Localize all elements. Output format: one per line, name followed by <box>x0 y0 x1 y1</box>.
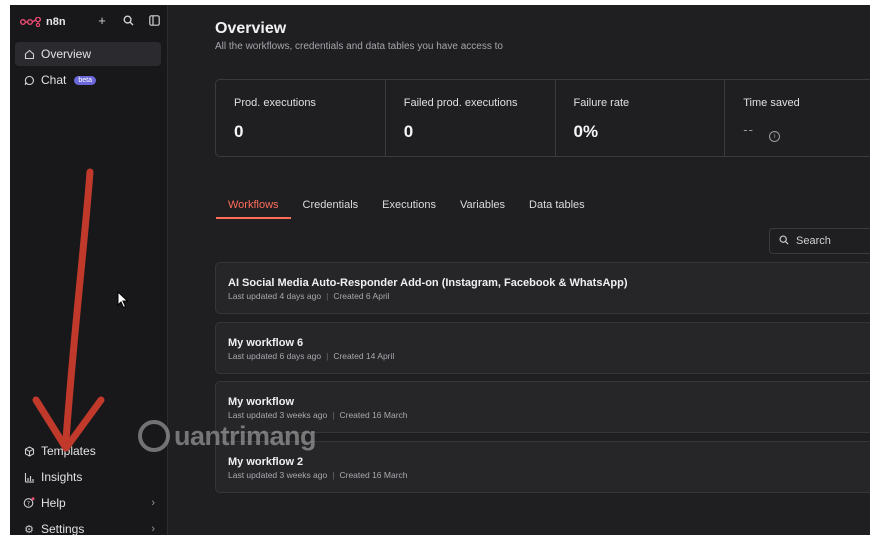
workflow-card[interactable]: My workflow 6 Last updated 6 days ago | Cr… <box>215 322 870 374</box>
search-icon <box>779 234 789 248</box>
workflow-card[interactable]: AI Social Media Auto-Responder Add-on (I… <box>215 262 870 314</box>
mouse-cursor-icon <box>117 291 129 309</box>
watermark-logo-icon <box>138 420 170 452</box>
tab-workflows[interactable]: Workflows <box>216 197 290 219</box>
stat-label: Prod. executions <box>234 97 316 109</box>
sidebar-item-label: Chat <box>41 73 67 87</box>
workflow-meta: Last updated 4 days ago | Created 6 April <box>228 291 390 301</box>
stat-value: 0 <box>403 122 414 141</box>
sidebar-item-label: Settings <box>41 522 85 535</box>
search-placeholder: Search <box>796 235 831 247</box>
collapse-sidebar-icon[interactable] <box>146 12 162 28</box>
brand-logo[interactable]: n8n <box>20 13 66 31</box>
workflow-title: My workflow <box>228 396 295 408</box>
stat-label: Failed prod. executions <box>403 97 518 109</box>
workflow-meta: Last updated 3 weeks ago | Created 16 Marc… <box>228 470 408 480</box>
chevron-right-icon: › <box>151 523 155 535</box>
tab-data-tables[interactable]: Data tables <box>529 197 585 219</box>
n8n-logo-icon <box>20 17 41 27</box>
info-icon[interactable]: i <box>769 131 781 142</box>
beta-badge: beta <box>74 75 96 85</box>
page-title: Overview <box>215 20 287 37</box>
sidebar-item-settings[interactable]: ⚙ Settings › <box>15 517 161 535</box>
sidebar-item-insights[interactable]: Insights <box>15 465 161 489</box>
workflow-title: AI Social Media Auto-Responder Add-on (I… <box>228 277 628 289</box>
search-icon[interactable] <box>120 12 136 28</box>
svg-text:?: ? <box>27 500 30 507</box>
stat-value: -- <box>743 122 754 137</box>
watermark-text: uantrimang <box>174 420 317 451</box>
sidebar-item-label: Templates <box>41 444 96 458</box>
workflow-meta: Last updated 6 days ago | Created 14 April <box>228 351 395 361</box>
home-icon <box>23 48 35 60</box>
chevron-right-icon: › <box>151 497 155 509</box>
workflow-meta: Last updated 3 weeks ago | Created 16 Marc… <box>228 410 408 420</box>
sidebar-item-label: Help <box>41 496 66 510</box>
stat-value: 0% <box>573 122 599 141</box>
stat-failed-prod-executions[interactable]: Failed prod. executions 0 <box>386 80 556 156</box>
chat-icon <box>23 74 35 86</box>
sidebar-item-label: Insights <box>41 470 83 484</box>
plus-icon[interactable]: + <box>94 12 110 28</box>
sidebar: n8n + Overview Chat beta Templates Insig… <box>10 5 168 535</box>
tab-variables[interactable]: Variables <box>460 197 505 219</box>
tab-bar: Workflows Credentials Executions Variabl… <box>215 197 609 219</box>
workflow-title: My workflow 6 <box>228 337 304 349</box>
page-subtitle: All the workflows, credentials and data … <box>215 41 503 52</box>
tab-credentials[interactable]: Credentials <box>303 197 359 219</box>
n8n-app-window: n8n + Overview Chat beta Templates Insig… <box>10 5 870 535</box>
gear-icon: ⚙ <box>24 523 34 535</box>
insights-icon <box>23 471 35 483</box>
stat-prod-executions[interactable]: Prod. executions 0 <box>216 80 386 156</box>
sidebar-item-help[interactable]: ? Help › <box>15 491 161 515</box>
search-input[interactable]: Search <box>769 228 870 254</box>
stat-time-saved[interactable]: Time saved -- i <box>725 80 870 156</box>
sidebar-top-actions: + <box>94 12 162 28</box>
sidebar-item-label: Overview <box>41 47 92 61</box>
stat-label: Time saved <box>743 97 800 109</box>
stat-value: 0 <box>234 122 244 141</box>
sidebar-item-chat[interactable]: Chat beta <box>15 68 161 92</box>
brand-name: n8n <box>46 16 66 28</box>
stat-label: Failure rate <box>573 97 630 109</box>
templates-icon <box>23 445 35 457</box>
workflow-title: My workflow 2 <box>228 456 304 468</box>
stats-panel: Prod. executions 0 Failed prod. executio… <box>215 79 870 157</box>
main-content: Overview All the workflows, credentials … <box>168 5 870 535</box>
tab-executions[interactable]: Executions <box>382 197 436 219</box>
help-icon: ? <box>23 497 35 509</box>
sidebar-item-overview[interactable]: Overview <box>15 42 161 66</box>
watermark: uantrimang <box>138 420 317 452</box>
stat-failure-rate[interactable]: Failure rate 0% <box>556 80 726 156</box>
